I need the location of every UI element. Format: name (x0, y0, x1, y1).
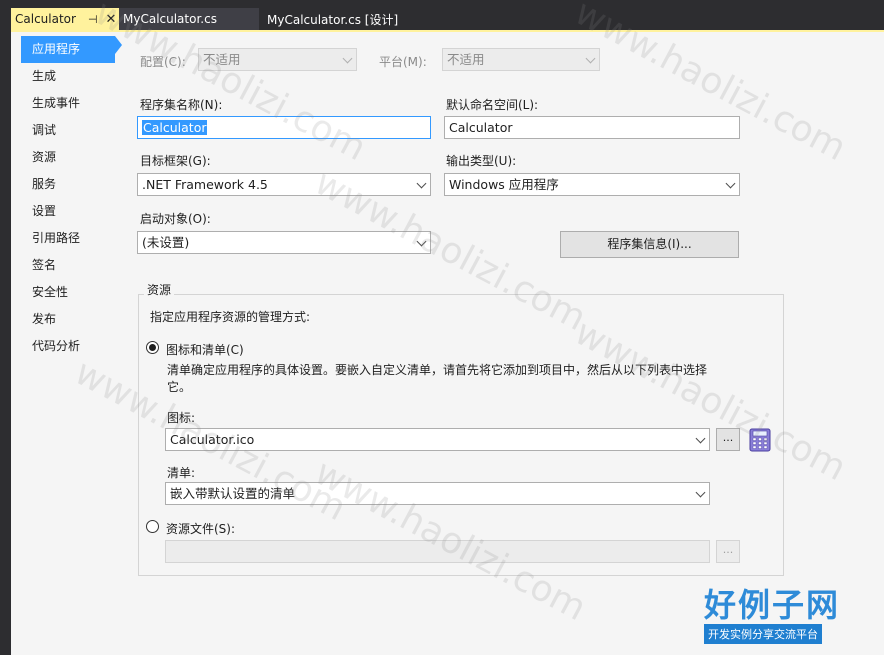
assembly-name-input[interactable]: Calculator (137, 116, 431, 139)
nav-item-security[interactable]: 安全性 (21, 279, 115, 306)
icon-value: Calculator.ico (170, 432, 255, 447)
chevron-down-icon (695, 487, 706, 498)
config-select: 不适用 (198, 48, 357, 71)
nav-item-reference-paths[interactable]: 引用路径 (21, 225, 115, 252)
tab-mycalculator-cs[interactable]: MyCalculator.cs (119, 8, 259, 30)
pin-icon[interactable]: ⊣ (88, 13, 98, 26)
target-framework-label: 目标框架(G): (140, 154, 211, 168)
platform-select: 不适用 (442, 48, 600, 71)
nav-item-debug[interactable]: 调试 (21, 117, 115, 144)
manifest-label: 清单: (167, 466, 196, 480)
default-namespace-label: 默认命名空间(L): (446, 98, 539, 112)
application-page: 配置(C): 不适用 平台(M): 不适用 程序集名称(N): Calculat… (120, 32, 884, 655)
left-tool-strip (0, 0, 11, 655)
icon-select[interactable]: Calculator.ico (165, 428, 710, 451)
default-namespace-value: Calculator (449, 120, 513, 135)
nav-item-build[interactable]: 生成 (21, 63, 115, 90)
tab-calculator-properties[interactable]: Calculator ⊣ ✕ (11, 8, 119, 30)
tab-mycalculator-designer[interactable]: MyCalculator.cs [设计] (259, 8, 440, 30)
resources-description: 指定应用程序资源的管理方式: (150, 310, 311, 324)
platform-value: 不适用 (447, 52, 485, 67)
icon-manifest-option-label[interactable]: 图标和清单(C) (166, 341, 244, 358)
nav-item-application[interactable]: 应用程序 (21, 36, 115, 63)
nav-item-services[interactable]: 服务 (21, 171, 115, 198)
close-icon[interactable]: ✕ (106, 12, 117, 27)
resource-file-option-label[interactable]: 资源文件(S): (166, 520, 235, 537)
nav-item-publish[interactable]: 发布 (21, 306, 115, 333)
properties-nav: 应用程序 生成 生成事件 调试 资源 服务 设置 引用路径 签名 安全性 发布 … (11, 32, 122, 655)
startup-object-select[interactable]: (未设置) (137, 231, 431, 254)
chevron-down-icon (585, 53, 596, 64)
assembly-name-label: 程序集名称(N): (140, 98, 223, 112)
brand-watermark: 好例子网 开发实例分享交流平台 (704, 588, 854, 644)
manifest-select[interactable]: 嵌入带默认设置的清单 (165, 482, 710, 505)
output-type-value: Windows 应用程序 (449, 177, 559, 192)
nav-item-signing[interactable]: 签名 (21, 252, 115, 279)
output-type-label: 输出类型(U): (446, 154, 517, 168)
assembly-information-button[interactable]: 程序集信息(I)... (560, 231, 739, 258)
tab-label: MyCalculator.cs (123, 12, 217, 26)
brand-subtitle: 开发实例分享交流平台 (704, 624, 822, 644)
target-framework-value: .NET Framework 4.5 (142, 177, 268, 192)
icon-manifest-help-text: 清单确定应用程序的具体设置。要嵌入自定义清单，请首先将它添加到项目中，然后从以下… (167, 363, 708, 394)
chevron-down-icon (342, 53, 353, 64)
startup-object-value: (未设置) (142, 235, 190, 250)
chevron-down-icon (416, 236, 427, 247)
chevron-down-icon (416, 178, 427, 189)
document-tab-bar: Calculator ⊣ ✕ MyCalculator.cs MyCalcula… (11, 0, 884, 30)
startup-object-label: 启动对象(O): (140, 212, 211, 226)
resource-file-radio[interactable] (146, 520, 159, 533)
manifest-value: 嵌入带默认设置的清单 (170, 486, 296, 501)
icon-manifest-radio[interactable] (146, 341, 159, 354)
icon-label: 图标: (167, 411, 196, 425)
platform-label: 平台(M): (379, 55, 427, 69)
output-type-select[interactable]: Windows 应用程序 (444, 173, 740, 196)
config-label: 配置(C): (140, 55, 186, 69)
brand-title: 好例子网 (704, 586, 841, 624)
tab-label: Calculator (15, 12, 76, 26)
resources-group-title: 资源 (144, 281, 175, 298)
nav-item-build-events[interactable]: 生成事件 (21, 90, 115, 117)
tab-label: MyCalculator.cs [设计] (267, 12, 399, 27)
resource-file-input (165, 540, 710, 563)
chevron-down-icon (695, 433, 706, 444)
nav-item-code-analysis[interactable]: 代码分析 (21, 333, 115, 360)
chevron-down-icon (725, 178, 736, 189)
target-framework-select[interactable]: .NET Framework 4.5 (137, 173, 431, 196)
assembly-name-value: Calculator (142, 120, 208, 135)
nav-item-resources[interactable]: 资源 (21, 144, 115, 171)
config-value: 不适用 (203, 52, 241, 67)
default-namespace-input[interactable]: Calculator (444, 116, 740, 139)
nav-item-settings[interactable]: 设置 (21, 198, 115, 225)
icon-browse-button[interactable]: ... (716, 428, 740, 451)
calculator-icon (749, 428, 771, 452)
resource-file-browse-button: ... (716, 540, 740, 563)
